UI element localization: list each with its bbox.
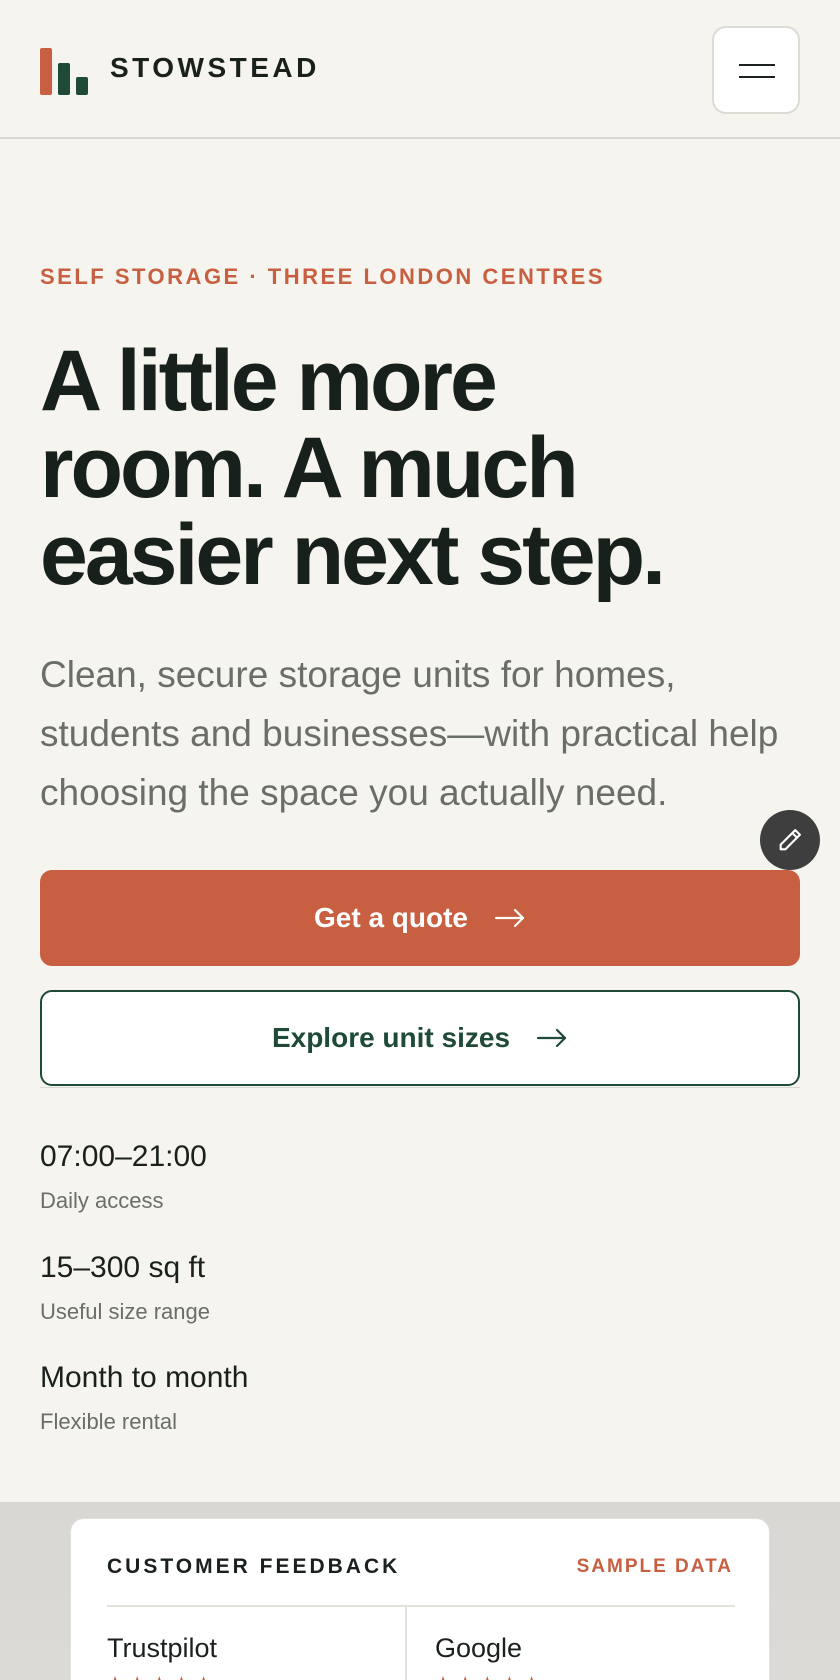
logo-bar-orange [40,48,52,95]
hero-headline: A little more room. A much easier next s… [40,338,800,599]
brand-name[interactable]: STOWSTEAD [110,52,320,84]
hero-lede: Clean, secure storage units for homes, s… [40,654,779,813]
stat-access-hours: 07:00–21:00 Daily access [40,1140,207,1214]
edit-button[interactable] [760,810,820,870]
explore-unit-sizes-button[interactable]: Explore unit sizes [40,990,800,1086]
feedback-divider [107,1605,735,1607]
site-header: STOWSTEAD [0,0,840,139]
logo-bar-green-medium [58,63,70,95]
headline-line-1: A little more [40,333,498,429]
get-quote-label: Get a quote [313,902,468,933]
hamburger-menu-icon-line [739,76,775,78]
explore-unit-sizes-label: Explore unit sizes [271,1022,511,1053]
review-source-google[interactable]: Google [435,1633,522,1664]
stat-value: Month to month [40,1361,249,1394]
stat-label: Flexible rental [40,1409,177,1434]
customer-feedback-card: CUSTOMER FEEDBACK SAMPLE DATA Trustpilot… [70,1518,770,1680]
stats-divider [40,1087,800,1088]
feedback-column-divider [405,1607,407,1680]
stat-value: 07:00–21:00 [40,1140,207,1173]
star-rating-icon: ★★★★★ [107,1673,218,1680]
hero-eyebrow: SELF STORAGE · THREE LONDON CENTRES [40,264,606,289]
pencil-icon [779,829,801,851]
logo-bar-green-short [76,77,88,95]
star-rating-icon: ★★★★★ [435,1673,546,1680]
stat-rental-term: Month to month Flexible rental [40,1361,248,1435]
stat-value: 15–300 sq ft [40,1251,206,1284]
logo-bars-icon[interactable] [40,47,90,95]
arrow-right-icon [494,908,525,928]
stat-label: Daily access [40,1188,164,1213]
sample-data-badge: SAMPLE DATA [576,1556,733,1577]
headline-line-2: room. A much [40,420,579,516]
menu-button[interactable] [712,26,800,114]
stat-label: Useful size range [40,1299,210,1324]
feedback-title: CUSTOMER FEEDBACK [107,1555,401,1578]
stat-size-range: 15–300 sq ft Useful size range [40,1251,210,1325]
review-source-trustpilot[interactable]: Trustpilot [107,1633,217,1664]
hamburger-menu-icon [739,64,775,66]
get-quote-button[interactable]: Get a quote [40,870,800,966]
headline-line-3: easier next step. [40,507,666,603]
arrow-right-icon [536,1028,567,1048]
